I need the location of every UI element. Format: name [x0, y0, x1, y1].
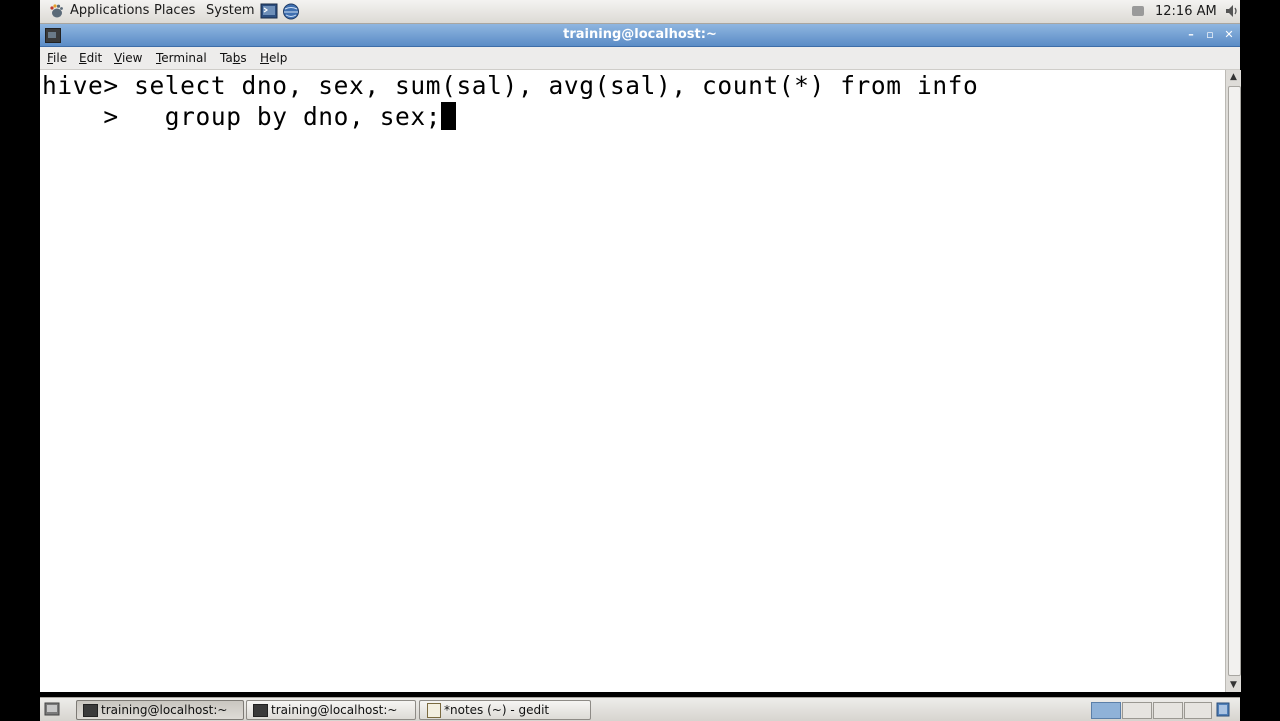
taskbar-item-label: *notes (~) - gedit [444, 703, 550, 717]
clock[interactable]: 12:16 AM [1155, 4, 1217, 19]
window-titlebar[interactable]: training@localhost:~ – ▫ ✕ [40, 24, 1240, 47]
window-title: training@localhost:~ [563, 27, 717, 42]
close-icon[interactable]: ✕ [1222, 28, 1236, 42]
terminal-menubar: File Edit View Terminal Tabs Help [40, 47, 1240, 70]
workspace-4[interactable] [1184, 702, 1212, 719]
terminal-icon [253, 704, 268, 717]
menu-terminal[interactable]: Terminal [156, 51, 207, 65]
keyboard-indicator-icon[interactable] [1132, 6, 1144, 16]
terminal-launcher-icon[interactable] [260, 3, 278, 20]
workspace-2[interactable] [1122, 702, 1152, 719]
right-letterbox [1240, 0, 1280, 720]
taskbar-item-terminal-1[interactable]: training@localhost:~ [76, 700, 244, 720]
volume-icon[interactable] [1224, 3, 1240, 19]
terminal-line-text: > group by dno, sex; [42, 102, 442, 131]
maximize-icon[interactable]: ▫ [1203, 28, 1217, 42]
taskbar-item-terminal-2[interactable]: training@localhost:~ [246, 700, 416, 720]
workspace-1[interactable] [1091, 702, 1121, 719]
terminal-icon [83, 704, 98, 717]
minimize-icon[interactable]: – [1184, 28, 1198, 42]
menu-edit[interactable]: Edit [79, 51, 102, 65]
show-desktop-icon[interactable] [44, 702, 60, 717]
menu-view[interactable]: View [114, 51, 142, 65]
scroll-up-icon[interactable]: ▲ [1226, 70, 1241, 84]
taskbar-item-label: training@localhost:~ [101, 703, 228, 717]
bottom-panel: training@localhost:~ training@localhost:… [40, 697, 1240, 721]
top-panel: Applications Places System 12:16 AM [40, 0, 1240, 24]
gedit-icon [427, 703, 441, 718]
terminal-output[interactable]: hive> select dno, sex, sum(sal), avg(sal… [40, 70, 1225, 692]
web-browser-launcher-icon[interactable] [282, 3, 300, 20]
menu-help[interactable]: Help [260, 51, 287, 65]
gnome-foot-icon[interactable] [48, 3, 64, 19]
menu-system[interactable]: System [206, 3, 254, 18]
scrollbar-thumb[interactable] [1228, 86, 1241, 676]
left-letterbox [0, 0, 40, 720]
workspace-3[interactable] [1153, 702, 1183, 719]
terminal-line: hive> select dno, sex, sum(sal), avg(sal… [42, 71, 979, 100]
taskbar-item-label: training@localhost:~ [271, 703, 398, 717]
terminal-scrollbar[interactable]: ▲ ▼ [1225, 70, 1241, 692]
text-cursor [441, 102, 457, 130]
taskbar-item-gedit[interactable]: *notes (~) - gedit [419, 700, 591, 720]
menu-applications[interactable]: Applications [70, 3, 149, 18]
menu-file[interactable]: File [47, 51, 67, 65]
menu-places[interactable]: Places [154, 3, 195, 18]
menu-tabs[interactable]: Tabs [220, 51, 247, 65]
trash-icon[interactable] [1215, 701, 1231, 718]
scroll-down-icon[interactable]: ▼ [1226, 678, 1241, 692]
terminal-line-current: > group by dno, sex; [42, 102, 457, 131]
